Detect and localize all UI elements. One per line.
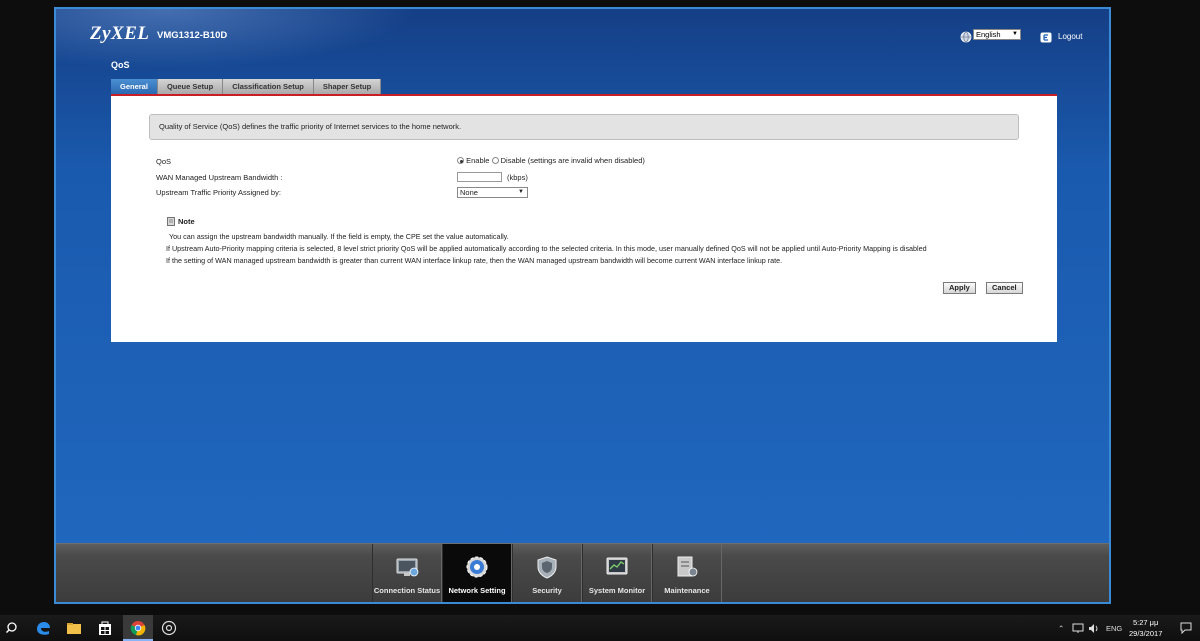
bandwidth-input[interactable]	[457, 172, 502, 182]
store-icon[interactable]	[97, 620, 113, 636]
bandwidth-unit: (kbps)	[507, 173, 528, 182]
tab-general[interactable]: General	[111, 79, 158, 94]
tab-bar: General Queue Setup Classification Setup…	[111, 79, 382, 94]
cancel-button[interactable]: Cancel	[986, 282, 1023, 294]
priority-value: None	[460, 188, 478, 197]
nav-label: Network Setting	[448, 586, 506, 595]
chevron-down-icon: ▼	[1012, 31, 1018, 37]
taskbar: ⌃ ENG 5:27 μμ 29/3/2017	[0, 615, 1200, 641]
maintenance-icon	[677, 556, 698, 577]
language-value: English	[976, 30, 1001, 39]
globe-icon	[960, 31, 972, 43]
tab-classification-setup[interactable]: Classification Setup	[223, 79, 314, 94]
note-line-1: You can assign the upstream bandwidth ma…	[169, 232, 509, 241]
bandwidth-label: WAN Managed Upstream Bandwidth :	[156, 173, 283, 182]
page-title: QoS	[111, 60, 130, 70]
priority-label: Upstream Traffic Priority Assigned by:	[156, 188, 281, 197]
file-explorer-icon[interactable]	[66, 620, 82, 636]
network-setting-icon	[466, 556, 488, 578]
nav-security[interactable]: Security	[512, 544, 582, 602]
nav-label: Connection Status	[373, 586, 441, 595]
note-icon	[167, 217, 175, 226]
network-icon[interactable]	[1072, 623, 1084, 634]
volume-icon[interactable]	[1088, 623, 1100, 634]
qos-label: QoS	[156, 157, 172, 166]
tab-shaper-setup[interactable]: Shaper Setup	[313, 79, 382, 94]
nav-network-setting[interactable]: Network Setting	[442, 544, 512, 602]
security-icon	[537, 556, 557, 579]
bandwidth-field-wrap	[457, 172, 502, 182]
qos-radio-group: Enable Disable (settings are invalid whe…	[457, 156, 645, 165]
nav-label: System Monitor	[588, 586, 646, 595]
apply-button[interactable]: Apply	[943, 282, 976, 294]
qos-disable-radio[interactable]	[491, 157, 499, 164]
logout-link[interactable]: Logout	[1058, 32, 1082, 41]
bottom-nav-bar: Connection Status Network Setting Securi…	[56, 543, 1109, 602]
note-title: Note	[178, 217, 195, 226]
model-name: VMG1312-B10D	[157, 30, 228, 41]
clock-time[interactable]: 5:27 μμ	[1133, 618, 1158, 627]
note-line-2: If Upstream Auto-Priority mapping criter…	[166, 244, 927, 253]
notifications-icon[interactable]	[1180, 622, 1192, 634]
nav-label: Security	[532, 586, 562, 595]
nav-maintenance[interactable]: Maintenance	[652, 544, 722, 602]
chrome-icon[interactable]	[130, 620, 146, 636]
clock-date[interactable]: 29/3/2017	[1129, 629, 1162, 638]
search-icon[interactable]	[5, 620, 21, 636]
qos-enable-label: Enable	[466, 156, 490, 165]
chevron-up-icon[interactable]: ⌃	[1058, 624, 1064, 633]
nav-connection-status[interactable]: Connection Status	[372, 544, 442, 602]
logout-icon[interactable]	[1040, 32, 1052, 43]
tab-queue-setup[interactable]: Queue Setup	[157, 79, 224, 94]
content-panel: Quality of Service (QoS) defines the tra…	[111, 96, 1057, 342]
camera-app-icon[interactable]	[161, 620, 177, 636]
nav-label: Maintenance	[664, 586, 710, 595]
qos-enable-radio[interactable]	[457, 157, 464, 164]
chevron-down-icon: ▼	[518, 189, 524, 195]
router-admin-frame: ZyXEL VMG1312-B10D English ▼ Logout QoS …	[54, 7, 1111, 604]
note-line-3: If the setting of WAN managed upstream b…	[166, 256, 783, 265]
nav-system-monitor[interactable]: System Monitor	[582, 544, 652, 602]
edge-browser-icon[interactable]	[35, 620, 51, 636]
input-language[interactable]: ENG	[1106, 624, 1122, 633]
priority-select[interactable]: None ▼	[457, 187, 528, 198]
system-monitor-icon	[606, 557, 628, 575]
qos-disable-label: Disable (settings are invalid when disab…	[500, 156, 645, 165]
brand-logo: ZyXEL	[90, 23, 150, 44]
description-box: Quality of Service (QoS) defines the tra…	[149, 114, 1019, 140]
language-select[interactable]: English ▼	[973, 29, 1021, 40]
connection-status-icon	[396, 558, 419, 577]
